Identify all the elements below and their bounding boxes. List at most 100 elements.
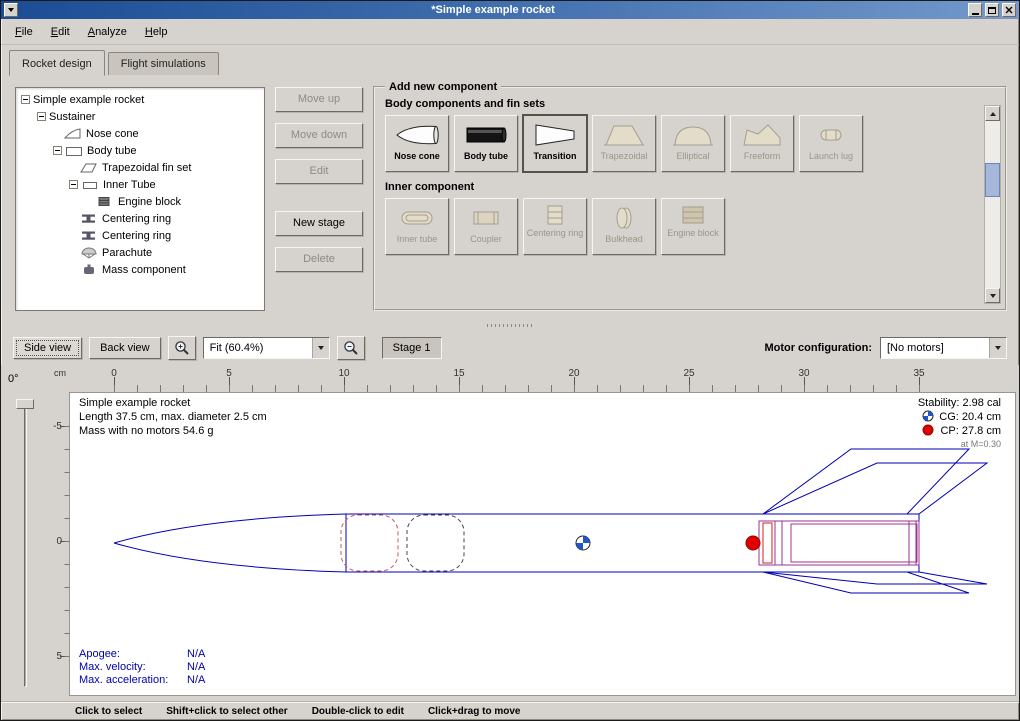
zoom-dropdown[interactable]: Fit (60.4%) xyxy=(203,337,330,359)
apogee-label: Apogee: xyxy=(79,648,120,660)
component-button-label: Centering ring xyxy=(527,228,584,238)
rotation-slider-track[interactable] xyxy=(24,403,27,687)
nose-cone-button[interactable]: Nose cone xyxy=(385,115,449,172)
tab-rocket-design[interactable]: Rocket design xyxy=(9,50,105,76)
apogee-value: N/A xyxy=(187,648,206,660)
rocket-view: 0° cm 0 5 10 15 20 25 30 35 xyxy=(1,365,1019,701)
cp-marker xyxy=(746,536,760,550)
motor-configuration-label: Motor configuration: xyxy=(764,342,872,354)
tab-flight-simulations[interactable]: Flight simulations xyxy=(108,52,219,75)
edit-button[interactable]: Edit xyxy=(275,159,363,184)
tree-item-centering-ring-2[interactable]: Centering ring xyxy=(18,227,262,244)
inner-tube-icon xyxy=(395,203,439,233)
nose-cone-icon xyxy=(395,120,439,150)
menu-analyze[interactable]: Analyze xyxy=(80,22,135,42)
minimize-button[interactable] xyxy=(968,3,982,17)
trapezoidal-fin-icon xyxy=(80,161,98,174)
tree-item-label: Simple example rocket xyxy=(33,94,144,106)
rocket-name: Simple example rocket xyxy=(79,397,190,409)
engine-block-button[interactable]: Engine block xyxy=(661,198,725,255)
launch-lug-button[interactable]: Launch lug xyxy=(799,115,863,172)
menu-file[interactable]: File xyxy=(7,22,41,42)
window-title: *Simple example rocket xyxy=(21,2,965,19)
tree-item-fin-set[interactable]: Trapezoidal fin set xyxy=(18,159,262,176)
zoom-out-button[interactable] xyxy=(337,336,365,360)
tree-item-label: Nose cone xyxy=(86,128,139,140)
stage-1-toggle[interactable]: Stage 1 xyxy=(382,337,442,359)
cp-legend-icon xyxy=(923,425,933,435)
freeform-fin-button[interactable]: Freeform xyxy=(730,115,794,172)
centering-ring-button[interactable]: Centering ring xyxy=(523,198,587,255)
body-tube-button[interactable]: Body tube xyxy=(454,115,518,172)
tree-item-engine-block[interactable]: Engine block xyxy=(18,193,262,210)
rotation-slider-handle[interactable] xyxy=(16,399,34,409)
inner-tube-button[interactable]: Inner tube xyxy=(385,198,449,255)
menu-edit[interactable]: Edit xyxy=(43,22,78,42)
velocity-label: Max. velocity: xyxy=(79,661,146,673)
tree-item-mass-component[interactable]: Mass component xyxy=(18,261,262,278)
component-tree[interactable]: Simple example rocket Sustainer Nose con… xyxy=(15,87,265,311)
close-button[interactable] xyxy=(1002,3,1016,17)
bulkhead-button[interactable]: Bulkhead xyxy=(592,198,656,255)
tree-item-rocket[interactable]: Simple example rocket xyxy=(18,91,262,108)
maximize-button[interactable] xyxy=(985,3,999,17)
coupler-button[interactable]: Coupler xyxy=(454,198,518,255)
tree-expander-icon[interactable] xyxy=(37,112,46,121)
tree-expander-icon[interactable] xyxy=(21,95,30,104)
component-button-label: Elliptical xyxy=(676,151,709,161)
motor-configuration-dropdown[interactable]: [No motors] xyxy=(880,337,1007,359)
zoom-out-icon xyxy=(343,340,359,356)
component-button-label: Freeform xyxy=(744,151,781,161)
tree-expander-icon[interactable] xyxy=(69,180,78,189)
window-menu-icon[interactable] xyxy=(4,3,18,17)
tree-expander-icon[interactable] xyxy=(53,146,62,155)
new-stage-button[interactable]: New stage xyxy=(275,211,363,236)
coupler-icon xyxy=(464,203,508,233)
bulkhead-icon xyxy=(602,203,646,233)
menu-help[interactable]: Help xyxy=(137,22,176,42)
zoom-in-button[interactable] xyxy=(168,336,196,360)
mach-value: at M=0.30 xyxy=(961,439,1001,449)
rocket-design-canvas[interactable]: cm 0 5 10 15 20 25 30 35 -5 0 5 xyxy=(51,365,1019,701)
body-components-label: Body components and fin sets xyxy=(385,98,979,110)
inner-components-row: Inner tube Coupler Centering ring Bulkhe… xyxy=(385,198,979,255)
trapezoidal-fin-button[interactable]: Trapezoidal xyxy=(592,115,656,172)
tree-item-nose-cone[interactable]: Nose cone xyxy=(18,125,262,142)
scrollbar-up-button[interactable] xyxy=(985,106,1000,121)
component-panel-scrollbar[interactable] xyxy=(984,105,1001,304)
rotation-control: 0° xyxy=(1,365,51,701)
tree-item-label: Centering ring xyxy=(102,230,171,242)
side-view-button[interactable]: Side view xyxy=(13,337,82,359)
back-view-button[interactable]: Back view xyxy=(89,337,161,359)
drawing-area[interactable] xyxy=(70,393,1016,696)
component-button-label: Engine block xyxy=(667,228,719,238)
move-up-button[interactable]: Move up xyxy=(275,87,363,112)
status-hint: Double-click to edit xyxy=(312,706,404,717)
tree-item-inner-tube[interactable]: Inner Tube xyxy=(18,176,262,193)
tree-item-centering-ring-1[interactable]: Centering ring xyxy=(18,210,262,227)
chevron-down-icon[interactable] xyxy=(989,338,1006,358)
stability-value: Stability: 2.98 cal xyxy=(918,397,1001,409)
scrollbar-thumb[interactable] xyxy=(985,163,1000,197)
tree-item-body-tube[interactable]: Body tube xyxy=(18,142,262,159)
scrollbar-track[interactable] xyxy=(985,121,1000,288)
delete-button[interactable]: Delete xyxy=(275,247,363,272)
centering-ring-icon xyxy=(533,203,577,227)
inner-tube-icon xyxy=(81,178,99,191)
elliptical-fin-button[interactable]: Elliptical xyxy=(661,115,725,172)
chevron-down-icon[interactable] xyxy=(312,338,329,358)
status-hint: Shift+click to select other xyxy=(166,706,287,717)
centering-ring-icon xyxy=(80,229,98,242)
app-window: *Simple example rocket File Edit Analyze… xyxy=(0,0,1020,721)
scrollbar-down-button[interactable] xyxy=(985,288,1000,303)
tree-actions: Move up Move down Edit New stage Delete xyxy=(275,87,363,311)
tree-item-label: Sustainer xyxy=(49,111,95,123)
transition-button[interactable]: Transition xyxy=(523,115,587,172)
zoom-in-icon xyxy=(174,340,190,356)
arrow-up-icon xyxy=(990,112,996,116)
panel-splitter[interactable] xyxy=(1,319,1019,331)
tree-item-sustainer[interactable]: Sustainer xyxy=(18,108,262,125)
tree-item-parachute[interactable]: Parachute xyxy=(18,244,262,261)
view-toolbar: Side view Back view Fit (60.4%) Stage 1 … xyxy=(1,331,1019,365)
move-down-button[interactable]: Move down xyxy=(275,123,363,148)
